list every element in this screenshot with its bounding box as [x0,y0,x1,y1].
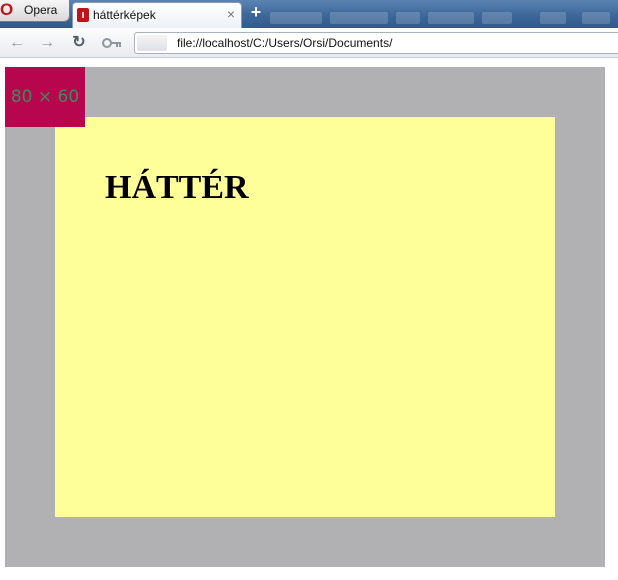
blurred-menu-item [540,12,566,24]
close-tab-icon[interactable]: × [227,6,235,22]
navigation-toolbar: ← → ↻ file://localhost/C:/Users/Orsi/Doc… [0,28,618,58]
blurred-menu-item [582,12,610,24]
inner-yellow-box: HÁTTÉR [55,117,555,517]
opera-menu-button[interactable]: O Opera [0,0,70,22]
page-heading: HÁTTÉR [105,169,249,206]
site-info-badge[interactable] [137,35,167,51]
back-arrow-icon[interactable]: ← [8,34,26,52]
blurred-menu-item [396,12,420,24]
opera-logo-icon: O [0,0,14,19]
reload-icon[interactable]: ↻ [70,34,88,52]
placeholder-image: 80 × 60 [5,67,85,127]
new-tab-button[interactable]: + [248,3,264,21]
blurred-menu-item [270,12,322,24]
blurred-menu-item [482,12,512,24]
blurred-menu-item [330,12,388,24]
forward-arrow-icon[interactable]: → [38,34,56,52]
page-viewport: HÁTTÉR 80 × 60 [0,58,618,580]
placeholder-size-label: 80 × 60 [10,87,80,107]
tab-title: háttérképek [93,8,156,22]
key-icon[interactable] [100,34,124,52]
tab-bar: O Opera ı háttérképek × + [0,0,618,28]
address-text: file://localhost/C:/Users/Orsi/Documents… [177,36,393,50]
page-favicon-icon: ı [77,8,89,22]
address-field[interactable]: file://localhost/C:/Users/Orsi/Documents… [134,32,618,54]
opera-menu-label: Opera [24,3,58,17]
tab-hatterkepek[interactable]: ı háttérképek × [72,2,242,28]
blurred-menu-item [428,12,474,24]
